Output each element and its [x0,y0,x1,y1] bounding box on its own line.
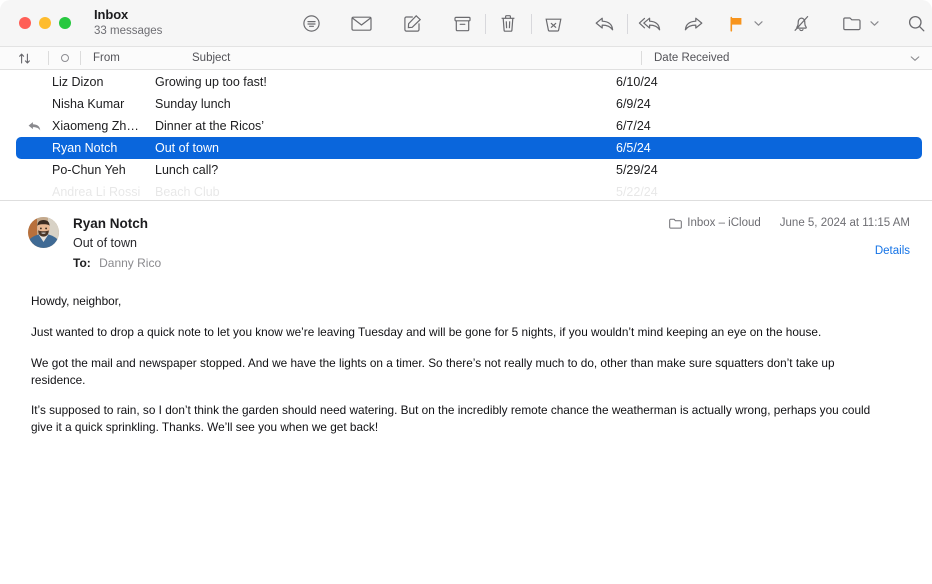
table-row[interactable]: Po-Chun Yeh Lunch call? 5/29/24 [16,159,922,181]
body-paragraph: Howdy, neighbor, [31,294,122,309]
mailbox-line: Inbox – iCloud June 5, 2024 at 11:15 AM [669,217,910,229]
window-title-block: Inbox 33 messages [94,6,163,38]
toolbar-separator [485,13,486,34]
row-subject: Dinner at the Ricos’ [155,119,265,133]
archive-icon[interactable] [447,9,478,39]
traffic-lights [0,17,71,29]
column-options-chevron-down-icon[interactable] [910,55,920,62]
message-header-text: Ryan Notch Out of town To: Danny Rico [73,215,161,271]
row-date: 6/5/24 [616,141,651,155]
avatar [28,217,59,248]
row-from: Andrea Li Rossi [52,185,141,199]
to-label: To: [73,256,91,271]
column-header-from[interactable]: From [81,52,179,64]
replied-arrow-icon [16,121,52,132]
message-subject: Out of town [73,236,137,251]
body-paragraph: Just wanted to drop a quick note to let … [31,325,822,340]
compose-icon[interactable] [397,9,428,39]
junk-icon[interactable] [539,9,570,39]
body-paragraph: It’s supposed to rain, so I don’t think … [31,403,871,435]
column-header-bar: From Subject Date Received [0,47,932,70]
toolbar-separator [626,13,628,34]
filter-icon[interactable] [296,9,327,39]
toolbar-separator [530,13,532,34]
unread-circle-icon [60,54,69,62]
flag-chevron-down-icon[interactable] [752,9,766,39]
to-value[interactable]: Danny Rico [99,256,161,270]
column-header-subject[interactable]: Subject [179,52,641,64]
flag-icon[interactable] [721,9,752,39]
row-from: Liz Dizon [52,75,104,89]
reading-pane: Ryan Notch Out of town To: Danny Rico In… [0,201,932,584]
table-row[interactable]: Liz Dizon Growing up too fast! 6/10/24 [16,71,922,93]
reply-icon[interactable] [589,9,620,39]
move-folder-icon[interactable] [836,9,867,39]
table-row[interactable]: Nisha Kumar Sunday lunch 6/9/24 [16,93,922,115]
search-icon[interactable] [901,9,932,39]
table-row-selected[interactable]: Ryan Notch Out of town 6/5/24 [16,137,922,159]
mute-icon[interactable] [786,9,817,39]
column-header-date-label: Date Received [654,52,730,64]
row-subject: Sunday lunch [155,97,231,111]
message-body: Howdy, neighbor, Just wanted to drop a q… [0,271,932,436]
row-date: 6/9/24 [616,97,651,111]
mailbox-name: Inbox – iCloud [687,217,761,229]
folder-chevron-down-icon[interactable] [867,9,881,39]
maximize-button[interactable] [59,17,71,29]
minimize-button[interactable] [39,17,51,29]
body-paragraph: We got the mail and newspaper stopped. A… [31,355,835,387]
sender-name: Ryan Notch [73,216,149,231]
mark-unread-icon[interactable] [346,9,377,39]
row-from: Xiaomeng Zh… [52,119,139,133]
message-meta: Inbox – iCloud June 5, 2024 at 11:15 AM … [669,217,910,257]
toolbar [296,0,932,47]
details-link[interactable]: Details [669,245,910,257]
row-subject: Beach Club [155,185,220,199]
recipient-line: To: Danny Rico [73,255,161,271]
row-date: 5/29/24 [616,163,658,177]
titlebar: Inbox 33 messages [0,0,932,47]
page-title: Inbox [94,6,129,22]
table-row[interactable]: Xiaomeng Zh… Dinner at the Ricos’ 6/7/24 [16,115,922,137]
message-list[interactable]: Liz Dizon Growing up too fast! 6/10/24 N… [0,70,932,201]
mail-window: Inbox 33 messages From Subject Date Rece… [0,0,932,584]
folder-icon [669,218,683,229]
forward-icon[interactable] [678,9,709,39]
message-header: Ryan Notch Out of town To: Danny Rico In… [0,201,932,271]
sort-order-icon[interactable] [0,52,48,65]
column-header-unread[interactable] [49,54,80,62]
trash-icon[interactable] [493,9,524,39]
close-button[interactable] [19,17,31,29]
row-date: 6/10/24 [616,75,658,89]
message-date: June 5, 2024 at 11:15 AM [779,217,910,229]
row-from: Nisha Kumar [52,97,125,111]
column-header-date[interactable]: Date Received [642,52,932,64]
row-from: Ryan Notch [52,141,118,155]
row-from: Po-Chun Yeh [52,163,126,177]
row-subject: Out of town [155,141,219,155]
reply-all-icon[interactable] [635,9,666,39]
table-row-partial[interactable]: Andrea Li Rossi Beach Club 5/22/24 [16,181,922,200]
row-subject: Growing up too fast! [155,75,267,89]
message-count: 33 messages [94,24,163,37]
row-subject: Lunch call? [155,163,219,177]
row-date: 5/22/24 [616,185,658,199]
row-date: 6/7/24 [616,119,651,133]
